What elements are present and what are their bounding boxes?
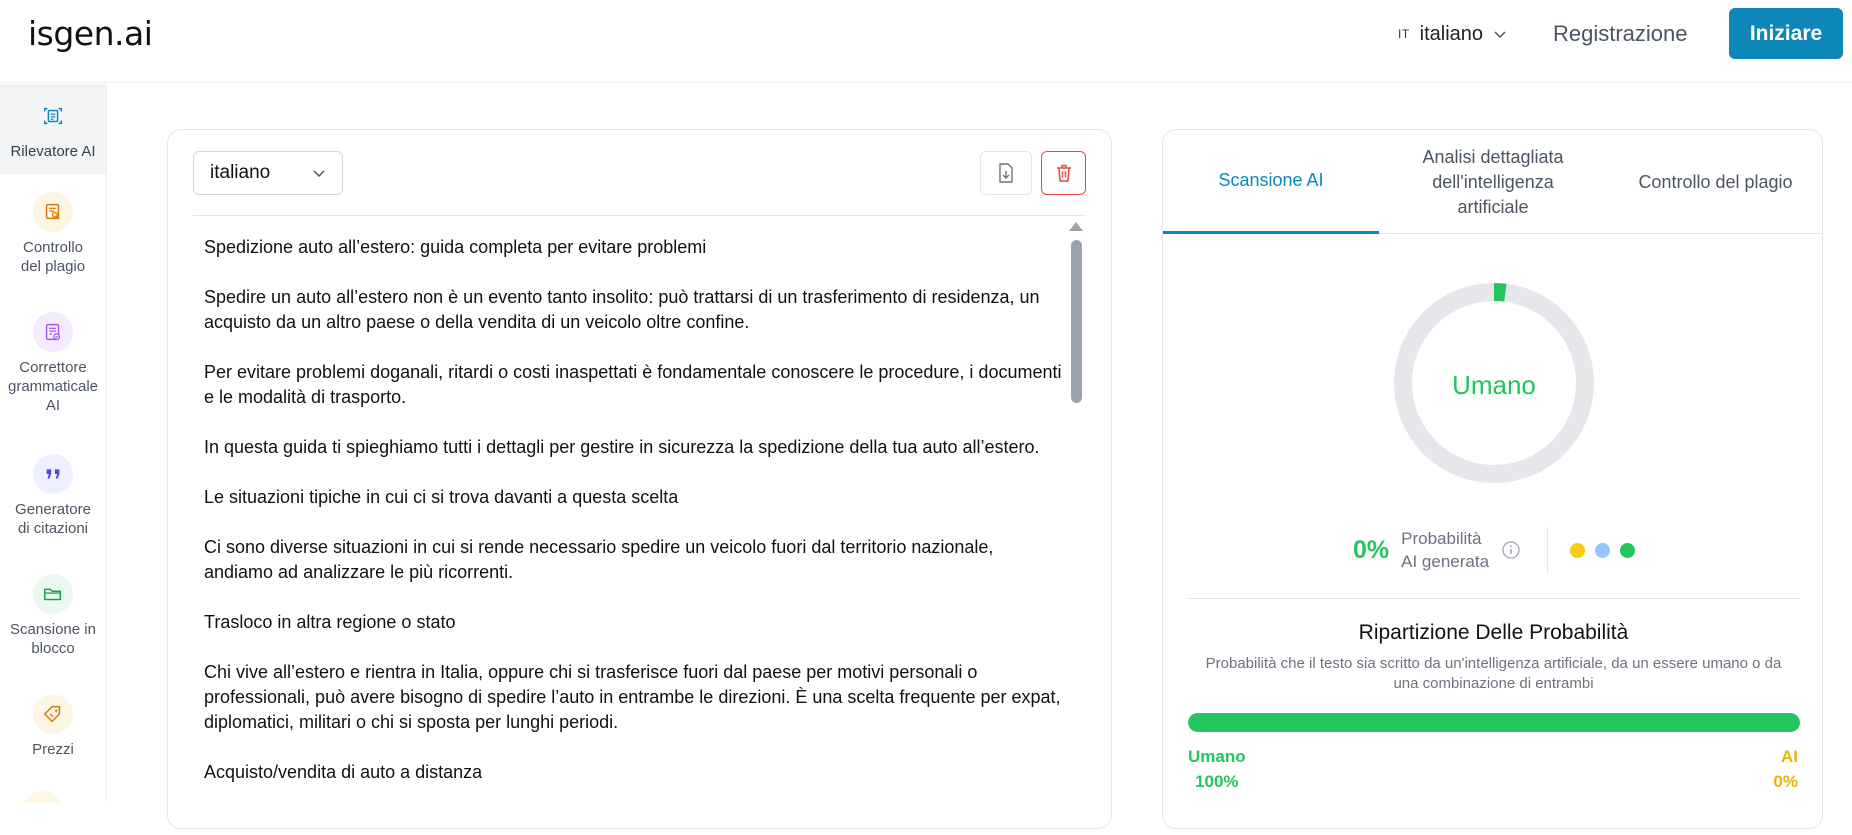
sidebar-item-citations[interactable]: Generatore di citazioni bbox=[0, 454, 106, 554]
tab-ai-scan[interactable]: Scansione AI bbox=[1163, 130, 1379, 234]
language-select[interactable]: italiano bbox=[193, 151, 343, 195]
probability-bar-human-fill bbox=[1188, 713, 1800, 732]
text-paragraph: Spedizione auto all’estero: guida comple… bbox=[204, 237, 707, 257]
text-paragraph: Ci sono diverse situazioni in cui si ren… bbox=[204, 537, 994, 582]
sidebar: Rilevatore AI Controllo del plagio Corre… bbox=[0, 84, 107, 803]
human-probability: Umano 100% bbox=[1188, 744, 1246, 794]
text-paragraph: Trasloco in altra regione o stato bbox=[204, 612, 456, 632]
quote-icon bbox=[33, 454, 73, 494]
probability-text-line: AI generata bbox=[1401, 552, 1490, 571]
breakdown-subtitle: Probabilità che il testo sia scritto da … bbox=[1205, 655, 1782, 692]
grammar-checker-icon bbox=[33, 312, 73, 352]
vertical-divider bbox=[1547, 527, 1549, 573]
section-divider bbox=[1188, 598, 1800, 599]
chevron-down-icon bbox=[313, 170, 325, 178]
sidebar-item-pricing[interactable]: Prezzi bbox=[0, 694, 106, 774]
sidebar-item-bulk-scan[interactable]: Scansione in blocco bbox=[0, 574, 106, 674]
sidebar-item-ai-detector[interactable]: Rilevatore AI bbox=[0, 84, 106, 174]
gauge-label: Umano bbox=[1452, 370, 1536, 400]
human-percentage: 100% bbox=[1195, 772, 1239, 791]
sidebar-item-label: Correttore grammaticale AI bbox=[7, 359, 99, 414]
ai-probability-value: 0% bbox=[1353, 535, 1390, 564]
scrollbar-thumb[interactable] bbox=[1071, 240, 1082, 403]
text-paragraph: In questa guida ti spieghiamo tutti i de… bbox=[204, 437, 1040, 457]
probability-description: Probabilità AI generata bbox=[1401, 527, 1489, 573]
download-button[interactable] bbox=[980, 151, 1032, 195]
sidebar-item-plagiarism[interactable]: Controllo del plagio bbox=[0, 192, 106, 292]
breakdown-title: Ripartizione Delle Probabilità bbox=[1358, 621, 1629, 644]
ai-label: AI bbox=[1781, 747, 1798, 766]
language-code: IT bbox=[1398, 27, 1410, 41]
results-panel: Scansione AI Analisi dettagliata dell'in… bbox=[1162, 129, 1823, 829]
legend-dot-mixed bbox=[1570, 542, 1586, 558]
info-icon[interactable] bbox=[1501, 540, 1521, 560]
ai-percentage: 0% bbox=[1773, 772, 1798, 791]
legend-dots bbox=[1570, 542, 1636, 558]
tab-plagiarism-check[interactable]: Controllo del plagio bbox=[1607, 130, 1822, 234]
language-name: italiano bbox=[1419, 22, 1484, 45]
plagiarism-check-icon bbox=[33, 192, 73, 232]
results-tabs: Scansione AI Analisi dettagliata dell'in… bbox=[1163, 130, 1822, 234]
delete-button[interactable] bbox=[1041, 151, 1086, 195]
tab-label: Controllo del plagio bbox=[1638, 171, 1793, 192]
probability-text-line: Probabilità bbox=[1401, 529, 1482, 548]
sidebar-item-label: Prezzi bbox=[32, 741, 74, 758]
human-label: Umano bbox=[1188, 747, 1246, 766]
sidebar-item-label: Rilevatore AI bbox=[10, 143, 96, 160]
tab-detailed-analysis[interactable]: Analisi dettagliata dell'intelligenza ar… bbox=[1379, 130, 1607, 234]
text-paragraph: Le situazioni tipiche in cui ci si trova… bbox=[204, 487, 679, 507]
probability-summary: 0% Probabilità AI generata bbox=[1353, 520, 1636, 580]
scroll-up-arrow[interactable] bbox=[1069, 222, 1083, 231]
text-paragraph: Acquisto/vendita di auto a distanza bbox=[204, 762, 483, 782]
folder-icon bbox=[33, 574, 73, 614]
more-icon[interactable] bbox=[22, 791, 62, 803]
ai-probability: AI 0% bbox=[1773, 744, 1798, 794]
sidebar-item-label: Controllo del plagio bbox=[20, 239, 86, 275]
tab-label: Analisi dettagliata dell'intelligenza ar… bbox=[1422, 146, 1564, 217]
text-input-area[interactable]: Spedizione auto all’estero: guida comple… bbox=[204, 235, 1064, 835]
text-paragraph: Per evitare problemi doganali, ritardi o… bbox=[204, 362, 1062, 407]
chevron-down-icon bbox=[1494, 31, 1506, 39]
top-header: isgen.ai IT italiano Registrazione Inizi… bbox=[0, 0, 1852, 83]
language-select-value: italiano bbox=[210, 162, 271, 183]
sidebar-item-grammar[interactable]: Correttore grammaticale AI bbox=[0, 312, 106, 436]
text-paragraph: Chi vive all’estero e rientra in Italia,… bbox=[204, 662, 1061, 732]
text-editor-panel: italiano Spedizione auto all’estero: gui… bbox=[167, 129, 1112, 829]
sidebar-item-label: Scansione in blocco bbox=[10, 621, 96, 657]
text-paragraph: Spedire un auto all’estero non è un even… bbox=[204, 287, 1040, 332]
legend-dot-ai bbox=[1595, 542, 1611, 558]
tab-label: Scansione AI bbox=[1218, 170, 1324, 190]
ai-detector-icon bbox=[33, 96, 73, 136]
start-button[interactable]: Iniziare bbox=[1729, 8, 1843, 59]
trash-icon bbox=[1056, 164, 1071, 182]
register-link[interactable]: Registrazione bbox=[1553, 21, 1688, 47]
legend-dot-human bbox=[1620, 542, 1636, 558]
price-tag-icon bbox=[33, 694, 73, 734]
logo[interactable]: isgen.ai bbox=[28, 14, 153, 53]
probability-bar bbox=[1188, 713, 1800, 732]
file-download-icon bbox=[999, 163, 1013, 183]
editor-divider bbox=[193, 215, 1086, 216]
language-selector[interactable]: IT italiano bbox=[1398, 22, 1507, 46]
sidebar-item-label: Generatore di citazioni bbox=[15, 501, 91, 537]
